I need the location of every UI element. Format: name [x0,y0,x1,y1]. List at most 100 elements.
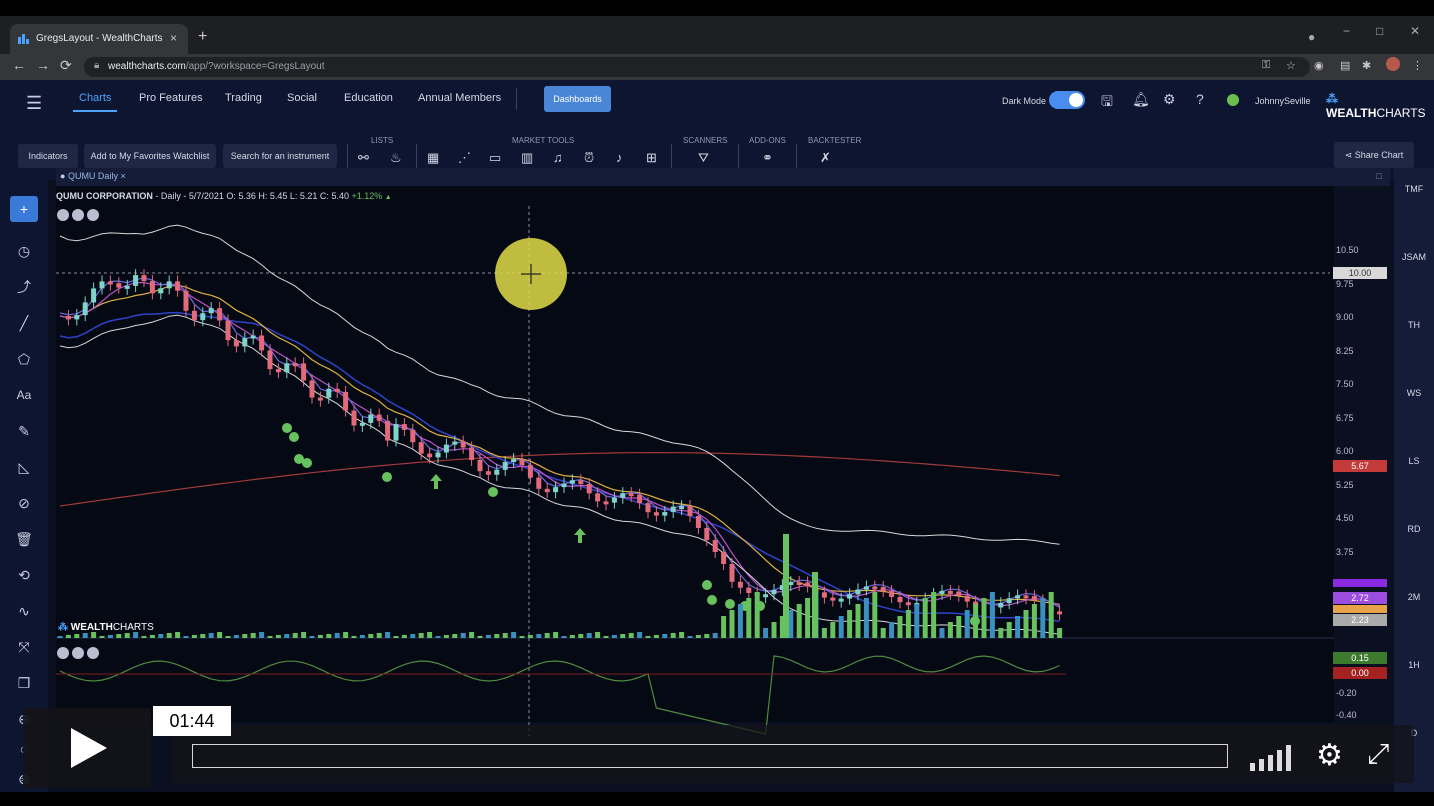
pane-settings-icon[interactable] [57,209,69,221]
osc-collapse-icon[interactable] [72,647,84,659]
candle-body [872,586,878,590]
candle-body [721,552,727,564]
volume-bar [1031,604,1037,638]
video-progress-bar[interactable] [192,744,1228,768]
candle-body [553,487,559,493]
candle-body [393,424,399,441]
watchlist-item[interactable]: WS [1394,388,1434,398]
volume-bar [427,632,433,638]
volume-bar [284,634,290,638]
candle-body [578,480,584,485]
price-chart[interactable] [0,16,1434,792]
candle-body [469,447,475,460]
candle-body [889,591,895,597]
symbol-name: QUMU CORPORATION [56,191,153,201]
candle-body [695,516,701,528]
candle-body [217,308,223,321]
osc-expand-icon[interactable] [87,647,99,659]
watermark-charts: CHARTS [112,622,154,633]
fullscreen-icon[interactable]: ⤢ [1367,738,1389,771]
volume-bar [905,610,911,638]
osc-settings-icon[interactable] [57,647,69,659]
candle-body [452,441,458,445]
volume-bar [964,610,970,638]
volume-bar [502,633,508,638]
pane-collapse-icon[interactable] [72,209,84,221]
volume-bar [494,634,500,638]
price-axis-label: 10.50 [1336,245,1359,255]
candle-body [763,594,769,598]
volume-bar [544,633,550,638]
volume-bar [704,634,710,638]
volume-bar [561,636,567,638]
volume-bar [1268,755,1273,771]
volume-bar [418,633,424,638]
watermark-wealth: WEALTH [70,622,113,633]
tag-stack-orange [1333,605,1387,613]
volume-bar [939,628,945,638]
candle-body [410,429,416,443]
volume-bar [124,633,130,638]
watchlist-item[interactable]: LS [1394,456,1434,466]
candle-body [166,281,172,289]
price-axis-label: 4.50 [1336,513,1354,523]
candle-body [368,414,374,423]
candle-body [527,465,533,478]
candle-body [427,453,433,458]
candle-body [200,313,206,321]
watchlist-item[interactable]: TMF [1394,184,1434,194]
candle-body [317,397,323,401]
video-settings-gear-icon[interactable]: ⚙ [1316,738,1343,773]
candle-body [267,350,273,370]
watchlist-item[interactable]: RD [1394,524,1434,534]
play-button[interactable] [23,708,151,788]
volume-bar [477,636,483,638]
watchlist-item[interactable]: 1H [1394,660,1434,670]
candle-body [645,503,651,513]
volume-bar [191,635,197,638]
screen-frame: GregsLayout - WealthCharts × + ● − □ ✕ ←… [0,16,1434,792]
volume-bar [1048,592,1054,638]
osc-tag-b: 0.00 [1333,667,1387,679]
volume-bar [922,598,928,638]
candle-body [359,422,365,426]
volume-bar [519,636,525,638]
price-axis-label: 6.00 [1336,446,1354,456]
candle-body [385,420,391,441]
candle-body [259,335,265,351]
candle-body [191,310,197,321]
volume-spike-bar [812,572,818,638]
volume-bar [695,635,701,638]
candle-body [301,363,307,381]
oscillator-pane-background [56,622,1334,722]
volume-bar [981,598,987,638]
volume-bar [595,632,601,638]
ohlc-info-line: QUMU CORPORATION - Daily - 5/7/2021 O: 5… [56,191,392,201]
volume-bar [931,592,937,638]
watchlist-item[interactable]: TH [1394,320,1434,330]
volume-bar [141,636,147,638]
candle-body [1031,596,1037,601]
candle-body [897,596,903,603]
candle-body [91,288,97,303]
candle-body [628,493,634,497]
volume-bar [746,598,752,638]
watchlist-item[interactable]: JSAM [1394,252,1434,262]
volume-bar [343,632,349,638]
candle-body [443,444,449,453]
candle-body [65,316,71,320]
volume-bar [989,592,995,638]
volume-bar [586,633,592,638]
candle-body [805,582,811,587]
pane-controls [57,208,102,226]
volume-icon[interactable] [1250,745,1298,771]
candle-body [107,281,113,285]
candle-body [275,369,281,373]
volume-bar [309,636,315,638]
pane-expand-icon[interactable] [87,209,99,221]
volume-bar [225,636,231,638]
watchlist-item[interactable]: 2M [1394,592,1434,602]
candle-body [771,590,777,595]
volume-bar [359,635,365,638]
volume-bar [847,610,853,638]
